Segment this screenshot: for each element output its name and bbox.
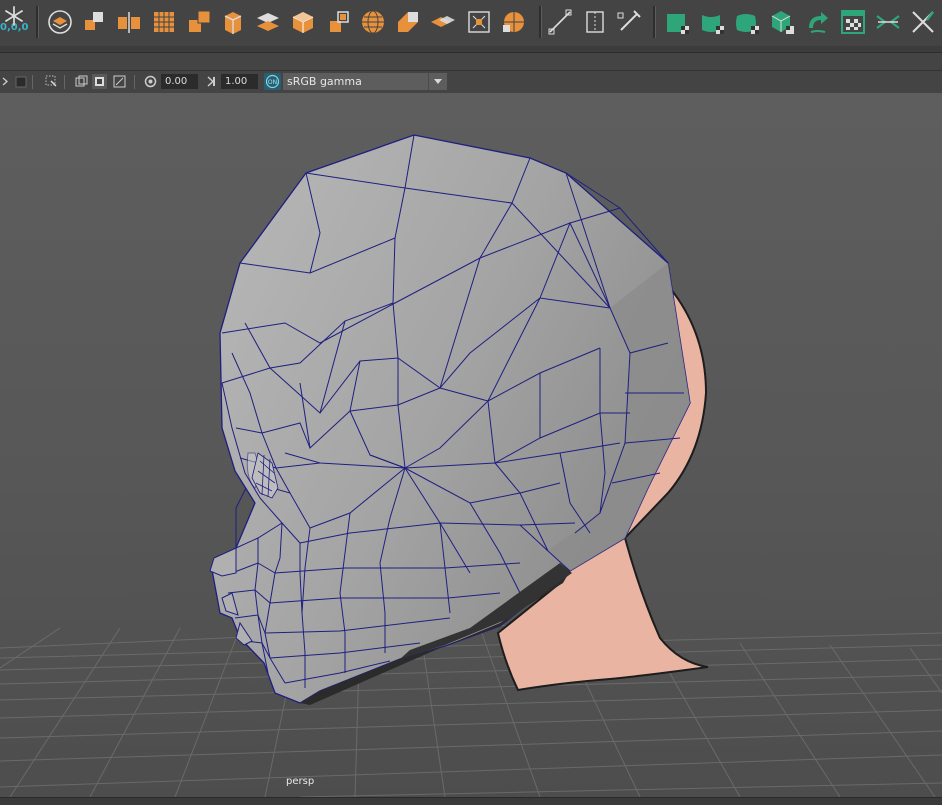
snowflake-icon[interactable] <box>0 2 26 26</box>
color-space-dropdown[interactable]: sRGB gamma <box>283 73 447 90</box>
gamma-field[interactable]: 1.00 <box>221 74 258 89</box>
viewport-canvas[interactable] <box>0 93 942 797</box>
poly-sphere-icon[interactable] <box>359 8 387 36</box>
isolate-select-icon[interactable] <box>14 74 29 89</box>
shelf-separator <box>653 6 656 38</box>
uv-checker-icon[interactable] <box>839 8 867 36</box>
chevron-down-icon[interactable] <box>428 73 447 90</box>
target-weld-icon[interactable] <box>615 8 643 36</box>
uv-planar-icon[interactable] <box>664 8 692 36</box>
uv-unfold-icon[interactable] <box>805 8 833 36</box>
shelf-separator <box>539 6 542 38</box>
cm-badge-text: ON <box>268 79 277 86</box>
poly-combine-icon[interactable] <box>81 8 109 36</box>
multi-cut-icon[interactable] <box>546 8 574 36</box>
poly-bevel-icon[interactable] <box>325 8 353 36</box>
chevron-right-icon[interactable] <box>0 74 15 89</box>
toolbar-divider <box>134 75 135 89</box>
gate-mask-icon[interactable] <box>112 74 127 89</box>
poly-smooth-icon[interactable] <box>150 8 178 36</box>
poly-extrude-icon[interactable] <box>394 8 422 36</box>
poly-ball-icon[interactable] <box>500 8 528 36</box>
uv-spherical-icon[interactable] <box>734 8 762 36</box>
xray-icon[interactable] <box>44 74 59 89</box>
panel-toolbar: 0.00 1.00 ON sRGB gamma <box>0 70 942 93</box>
resolution-gate-icon[interactable] <box>92 74 107 89</box>
poly-extract-icon[interactable] <box>185 8 213 36</box>
toolbar-divider <box>64 75 65 89</box>
poly-cube-icon[interactable] <box>289 8 317 36</box>
viewport-persp[interactable]: persp <box>0 93 942 797</box>
poly-split-icon[interactable] <box>219 8 247 36</box>
poly-separate-icon[interactable] <box>115 8 143 36</box>
gamma-icon[interactable] <box>204 74 219 89</box>
poly-booleans-icon[interactable] <box>254 8 282 36</box>
exposure-field[interactable]: 0.00 <box>161 74 198 89</box>
poly-append-icon[interactable] <box>429 8 457 36</box>
color-management-toggle[interactable]: ON <box>264 73 281 90</box>
uv-automatic-icon[interactable] <box>769 8 797 36</box>
panel-menu-bar <box>0 52 942 71</box>
film-gate-icon[interactable] <box>74 74 89 89</box>
ground-grid <box>0 622 942 797</box>
uv-cylindrical-icon[interactable] <box>699 8 727 36</box>
exposure-icon[interactable] <box>143 74 158 89</box>
insert-edgeloop-icon[interactable] <box>581 8 609 36</box>
color-space-value: sRGB gamma <box>287 75 362 88</box>
shelf-toolbar: 0,0,0 <box>0 0 942 46</box>
uv-cut-icon[interactable] <box>909 8 937 36</box>
make-live-icon[interactable] <box>46 8 74 36</box>
shelf-separator <box>36 6 39 38</box>
poly-bridge-icon[interactable] <box>465 8 493 36</box>
camera-label: persp <box>286 776 315 787</box>
uv-layout-icon[interactable] <box>874 8 902 36</box>
toolbar-divider <box>32 75 33 89</box>
